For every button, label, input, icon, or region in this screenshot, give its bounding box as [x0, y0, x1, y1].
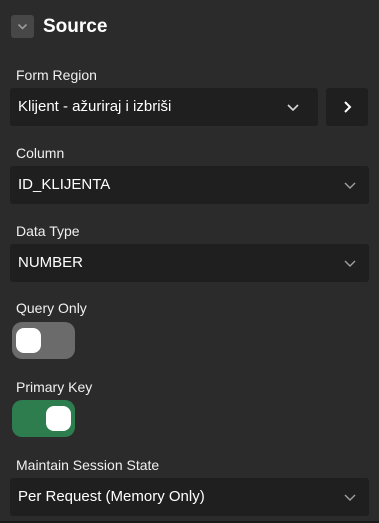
form-region-select[interactable]: Klijent - ažuriraj i izbriši: [10, 88, 318, 126]
section-title: Source: [43, 16, 108, 37]
go-to-region-button[interactable]: [326, 88, 368, 126]
primary-key-label: Primary Key: [16, 379, 93, 395]
chevron-down-icon: [344, 182, 356, 189]
section-header-source[interactable]: Source: [0, 0, 379, 52]
data-type-label: Data Type: [16, 223, 80, 239]
chevron-right-icon: [344, 101, 352, 113]
query-only-label: Query Only: [16, 300, 87, 316]
column-select[interactable]: ID_KLIJENTA: [10, 166, 369, 204]
data-type-select[interactable]: NUMBER: [10, 244, 369, 282]
query-only-toggle[interactable]: [12, 322, 75, 359]
toggle-knob: [16, 328, 41, 353]
column-label: Column: [16, 145, 65, 161]
chevron-down-icon: [344, 494, 356, 501]
maintain-session-state-select[interactable]: Per Request (Memory Only): [10, 478, 369, 516]
chevron-down-icon: [344, 260, 356, 267]
data-type-value: NUMBER: [18, 254, 84, 271]
collapse-button[interactable]: [11, 15, 34, 38]
toggle-knob: [46, 406, 71, 431]
column-value: ID_KLIJENTA: [18, 176, 111, 193]
primary-key-toggle[interactable]: [12, 400, 75, 437]
chevron-down-icon: [17, 23, 28, 30]
form-region-value: Klijent - ažuriraj i izbriši: [18, 98, 172, 115]
chevron-down-icon: [287, 104, 299, 112]
maintain-session-state-value: Per Request (Memory Only): [18, 488, 205, 505]
maintain-session-state-label: Maintain Session State: [16, 457, 160, 473]
form-region-label: Form Region: [16, 67, 97, 83]
property-panel: Source Form Region Klijent - ažuriraj i …: [0, 0, 379, 523]
